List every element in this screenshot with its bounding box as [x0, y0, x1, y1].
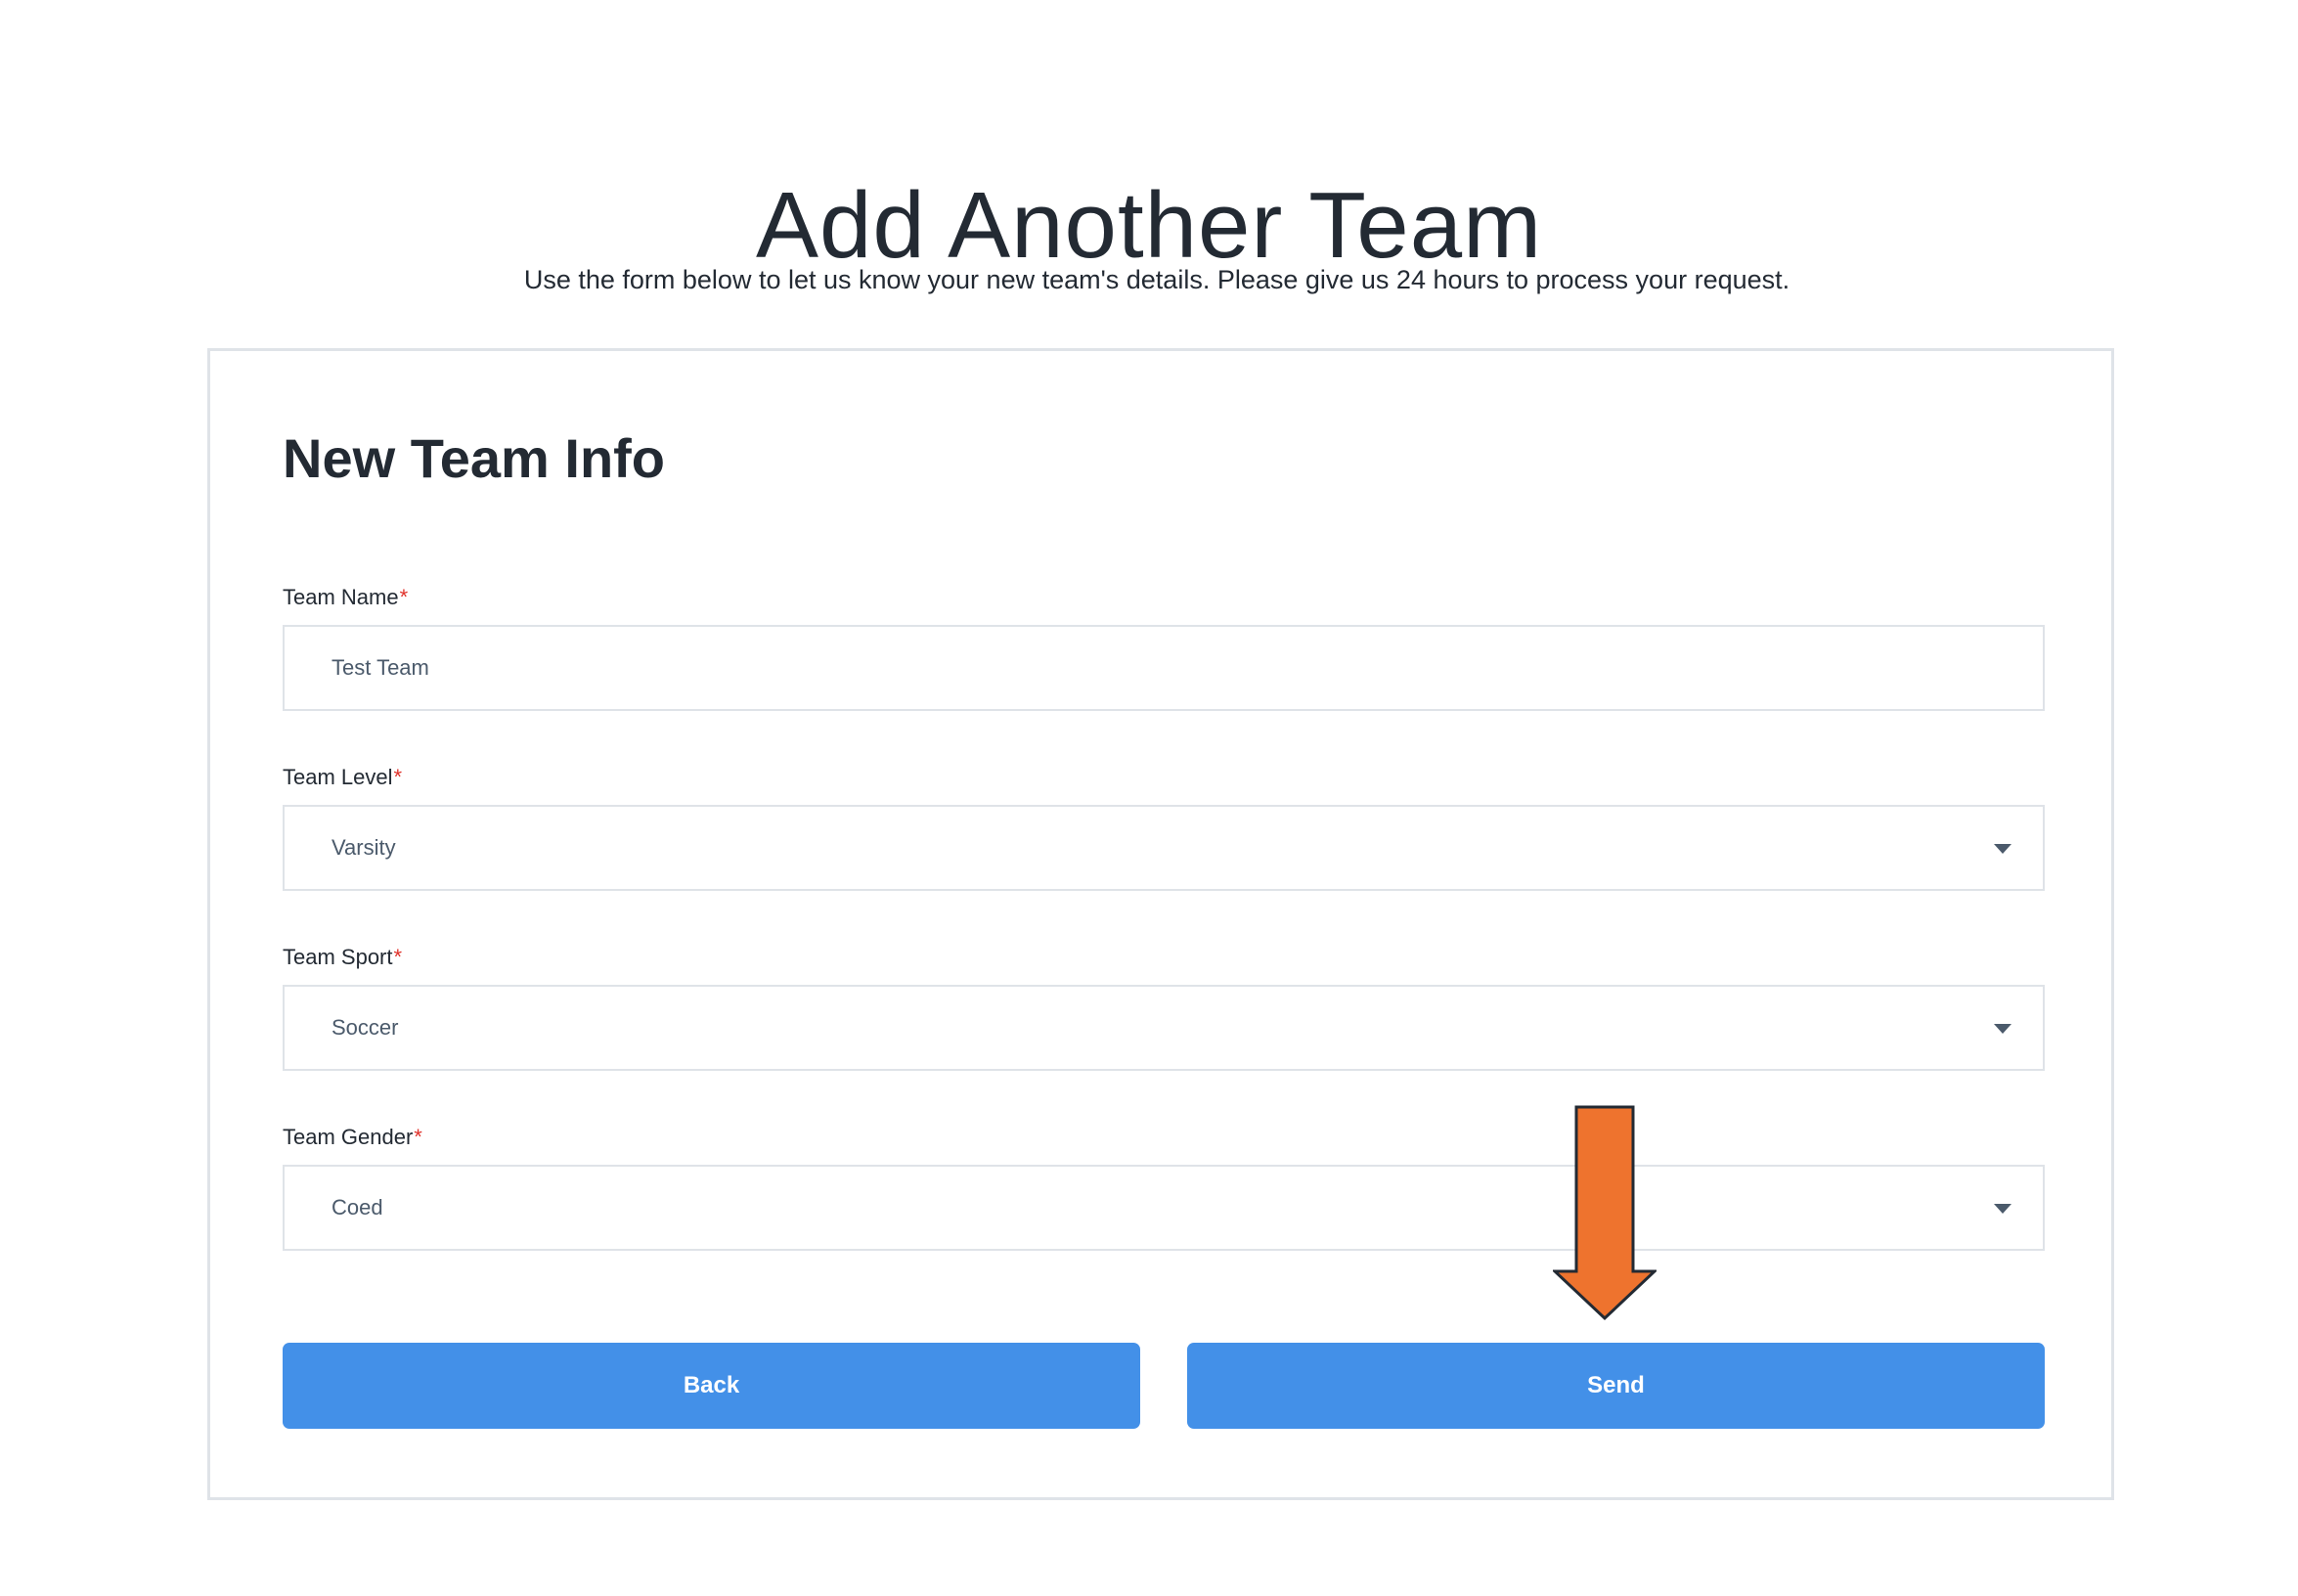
team-gender-select[interactable]: Coed	[283, 1165, 2045, 1251]
back-button[interactable]: Back	[283, 1343, 1140, 1429]
required-marker: *	[414, 1125, 422, 1149]
team-gender-value: Coed	[331, 1195, 383, 1219]
team-name-value: Test Team	[331, 655, 429, 680]
form-heading: New Team Info	[283, 427, 666, 489]
down-arrow-icon	[1553, 1105, 1657, 1321]
new-team-form: New Team Info Team Name* Test Team Team …	[207, 348, 2114, 1500]
team-gender-label: Team Gender*	[283, 1124, 422, 1151]
team-level-select[interactable]: Varsity	[283, 805, 2045, 891]
team-sport-label: Team Sport*	[283, 944, 402, 971]
team-name-label-text: Team Name	[283, 585, 399, 609]
team-name-input[interactable]: Test Team	[283, 625, 2045, 711]
team-sport-value: Soccer	[331, 1015, 399, 1040]
send-button[interactable]: Send	[1187, 1343, 2045, 1429]
required-marker: *	[393, 765, 403, 789]
team-level-label-text: Team Level	[283, 765, 393, 789]
team-sport-select[interactable]: Soccer	[283, 985, 2045, 1071]
team-level-value: Varsity	[331, 835, 396, 860]
required-marker: *	[399, 585, 409, 609]
required-marker: *	[393, 945, 403, 969]
team-sport-label-text: Team Sport	[283, 945, 393, 969]
chevron-down-icon	[1994, 1204, 2011, 1214]
page-subtitle: Use the form below to let us know your n…	[523, 265, 1790, 294]
chevron-down-icon	[1994, 844, 2011, 854]
team-level-label: Team Level*	[283, 764, 402, 791]
chevron-down-icon	[1994, 1024, 2011, 1034]
team-gender-label-text: Team Gender	[283, 1125, 414, 1149]
team-name-label: Team Name*	[283, 584, 408, 611]
